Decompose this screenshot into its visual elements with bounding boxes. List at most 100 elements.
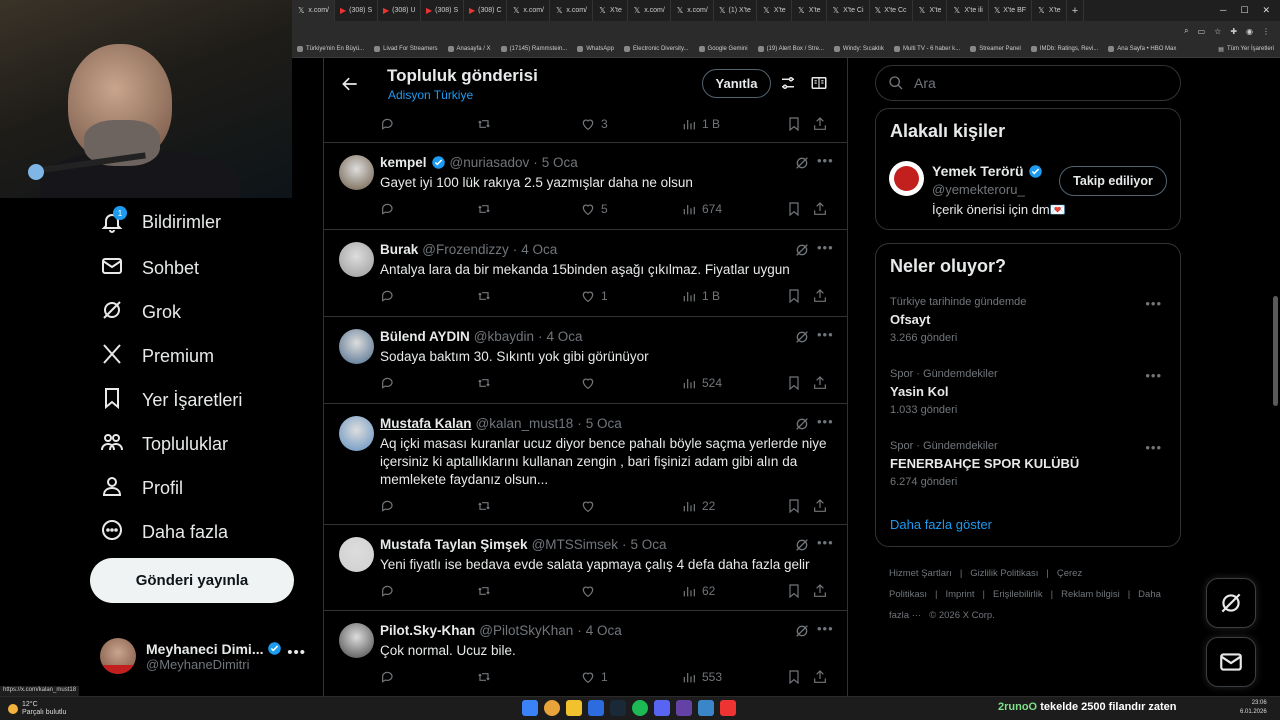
bookmark-item[interactable]: (17145) Rammstein... (496, 46, 573, 52)
bookmark-button[interactable] (786, 201, 807, 217)
bookmark-item[interactable]: Google Gemini (694, 46, 753, 52)
reply-button[interactable] (380, 375, 401, 391)
share-button[interactable] (812, 201, 833, 217)
bookmark-item[interactable]: Türkiye'nin En Büyü... (292, 46, 369, 52)
browser-tab[interactable]: 𝕏 X'te (913, 0, 948, 21)
browser-tab[interactable]: 𝕏 X'te (757, 0, 792, 21)
start-icon[interactable] (522, 700, 538, 716)
footer-link[interactable]: © 2026 X Corp. (929, 610, 995, 621)
more-horizontal-icon[interactable]: ••• (817, 535, 834, 550)
browser-tab[interactable]: ▶ (308) S (421, 0, 464, 21)
trend-item[interactable]: Spor · Gündemdekiler FENERBAHÇE SPOR KUL… (890, 440, 1170, 488)
share-button[interactable] (812, 498, 833, 514)
reply-button[interactable] (380, 201, 401, 217)
app-icon[interactable] (698, 700, 714, 716)
bookmark-item[interactable]: Multi TV - 6 haber k... (889, 46, 965, 52)
author-handle[interactable]: @PilotSkyKhan (479, 623, 573, 638)
avatar[interactable] (339, 623, 374, 658)
related-name-row[interactable]: Yemek Terörü (932, 163, 1043, 179)
footer-link[interactable]: Imprint (945, 589, 974, 600)
browser-tab[interactable]: 𝕏 X'te Cc (870, 0, 913, 21)
browser-tab[interactable]: 𝕏 X'te ili (947, 0, 989, 21)
discord-icon[interactable] (654, 700, 670, 716)
like-button[interactable]: 1 (580, 669, 608, 685)
steam-icon[interactable] (610, 700, 626, 716)
browser-tab[interactable]: 𝕏 X'te (593, 0, 628, 21)
avatar[interactable] (339, 242, 374, 277)
author-name[interactable]: Burak (380, 242, 418, 257)
bookmark-item[interactable]: Livad For Streamers (369, 46, 442, 52)
share-button[interactable] (812, 116, 833, 132)
views-button[interactable]: 62 (681, 583, 715, 599)
author-name[interactable]: Mustafa Kalan (380, 416, 472, 431)
app-icon[interactable] (588, 700, 604, 716)
sidebar-item-communities[interactable]: Topluluklar (100, 430, 228, 459)
bookmark-item[interactable]: Ana Sayfa • HBO Max (1103, 46, 1181, 52)
bookmark-button[interactable] (786, 583, 807, 599)
reply-button[interactable] (380, 498, 401, 514)
author-handle[interactable]: @Frozendizzy (422, 242, 508, 257)
repost-button[interactable] (476, 116, 497, 132)
more-horizontal-icon[interactable]: ••• (817, 153, 834, 168)
sidebar-item-premium[interactable]: Premium (100, 342, 214, 371)
maximize-icon[interactable]: ☐ (1240, 5, 1248, 16)
repost-button[interactable] (476, 583, 497, 599)
bookmark-button[interactable] (786, 498, 807, 514)
post-button[interactable]: Gönderi yayınla (90, 558, 294, 603)
search-box[interactable] (875, 65, 1181, 101)
bookmark-button[interactable] (786, 375, 807, 391)
like-button[interactable] (580, 583, 601, 599)
author-name[interactable]: Pilot.Sky-Khan (380, 623, 475, 638)
profile-icon[interactable]: ◉ (1246, 27, 1253, 36)
like-button[interactable] (580, 498, 601, 514)
trend-item[interactable]: Spor · Gündemdekiler Yasin Kol 1.033 gön… (890, 368, 1170, 416)
repost-button[interactable] (476, 498, 497, 514)
more-horizontal-icon[interactable]: ••• (1145, 296, 1162, 311)
browser-tab[interactable]: 𝕏 X'te BF (989, 0, 1032, 21)
tweet-time[interactable]: 4 Oca (586, 623, 622, 638)
reply-button[interactable] (380, 116, 401, 132)
grok-icon[interactable] (794, 242, 810, 258)
reply-button[interactable] (380, 583, 401, 599)
sidebar-item-profile[interactable]: Profil (100, 474, 183, 503)
more-horizontal-icon[interactable]: ••• (1145, 368, 1162, 383)
reply-button[interactable] (380, 288, 401, 304)
author-name[interactable]: Bülend AYDIN (380, 329, 470, 344)
cast-icon[interactable]: ▭ (1198, 27, 1206, 36)
reply-button[interactable]: Yanıtla (702, 69, 771, 98)
back-arrow-icon[interactable] (340, 74, 360, 94)
more-horizontal-icon[interactable]: ••• (817, 327, 834, 342)
sidebar-item-chat[interactable]: Sohbet (100, 254, 199, 283)
more-horizontal-icon[interactable]: ••• (287, 644, 306, 661)
tweet[interactable]: Mustafa Taylan Şimşek @MTSSimsek · 5 Oca… (324, 525, 847, 611)
footer-link[interactable]: Erişilebilirlik (993, 589, 1043, 600)
avatar[interactable] (339, 416, 374, 451)
reader-mode-icon[interactable] (810, 74, 828, 92)
views-button[interactable]: 22 (681, 498, 715, 514)
share-button[interactable] (812, 583, 833, 599)
avatar[interactable] (339, 329, 374, 364)
tweet[interactable]: Burak @Frozendizzy · 4 Oca ••• Antalya l… (324, 230, 847, 317)
account-switcher[interactable]: Meyhaneci Dimi... @MeyhaneDimitri ••• (100, 636, 310, 676)
author-name[interactable]: Mustafa Taylan Şimşek (380, 537, 528, 552)
browser-tab[interactable]: 𝕏 X'te Ci (827, 0, 870, 21)
folder-icon[interactable] (566, 700, 582, 716)
browser-tab[interactable]: 𝕏 (1) X'te (714, 0, 757, 21)
grok-icon[interactable] (794, 416, 810, 432)
sidebar-item-notifications[interactable]: 1 Bildirimler (100, 206, 221, 234)
avatar[interactable] (889, 161, 924, 196)
browser-tab[interactable]: ▶ (308) C (464, 0, 507, 21)
browser-tab[interactable]: 𝕏x.com/ (292, 0, 335, 21)
reply-button[interactable] (380, 669, 401, 685)
tweet-time[interactable]: 4 Oca (521, 242, 557, 257)
search-input[interactable] (914, 75, 1154, 91)
community-link[interactable]: Adisyon Türkiye (388, 88, 473, 102)
avatar[interactable] (339, 537, 374, 572)
browser-tab[interactable]: ▶ (308) S (335, 0, 378, 21)
all-bookmarks[interactable]: ▤ Tüm Yer İşaretleri (1213, 46, 1280, 53)
like-button[interactable]: 1 (580, 288, 608, 304)
views-button[interactable]: 1 B (681, 288, 720, 304)
tweet[interactable]: Bülend AYDIN @kbaydin · 4 Oca ••• Sodaya… (324, 317, 847, 404)
system-clock[interactable]: 23:06 6.01.2026 (1240, 699, 1267, 717)
repost-button[interactable] (476, 288, 497, 304)
